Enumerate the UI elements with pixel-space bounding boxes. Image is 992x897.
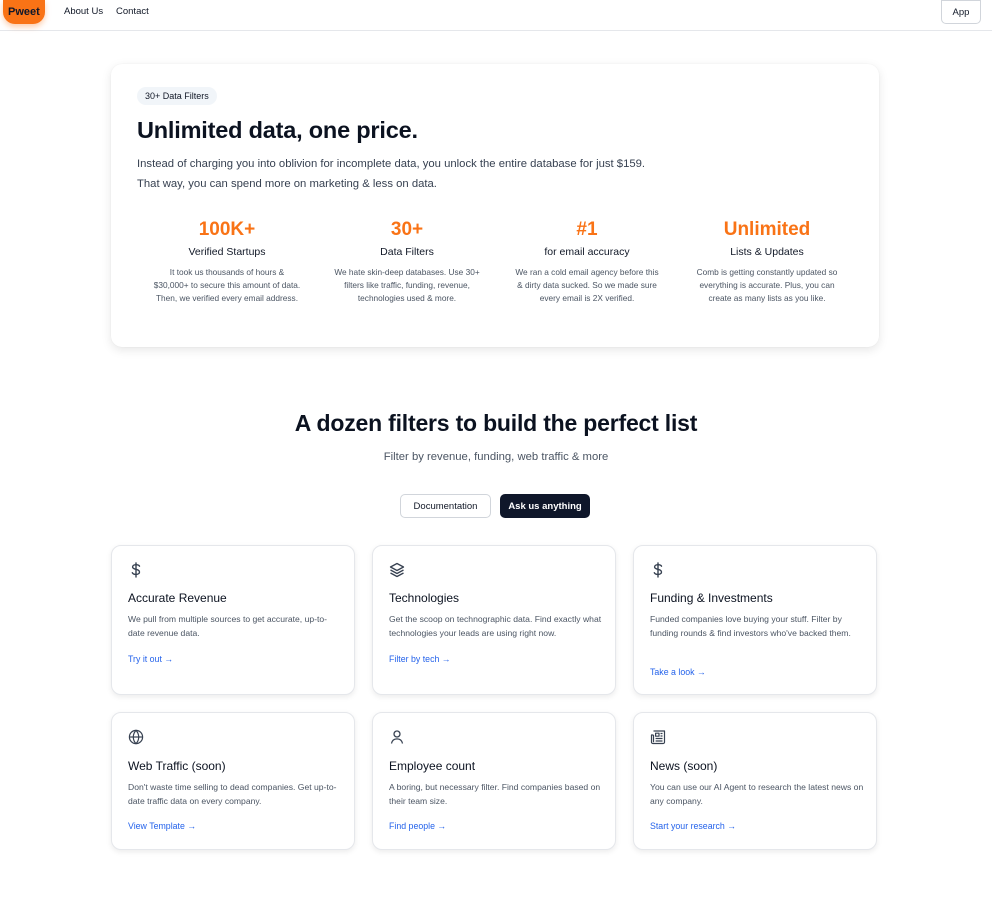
hero-description: Instead of charging you into oblivion fo… [137,158,646,190]
stat-label: Verified Startups [188,246,266,258]
filter-by-tech-link[interactable]: Filter by tech → [389,654,451,664]
feature-card-funding: Funding & Investments Funded companies l… [633,545,877,695]
stat-description: We ran a cold email agency before this &… [515,267,659,303]
stat-value: #1 [576,219,598,240]
card-title: Web Traffic (soon) [128,759,226,773]
find-people-link[interactable]: Find people → [389,821,446,831]
data-filters-badge: 30+ Data Filters [137,87,217,105]
card-title: Employee count [389,759,476,773]
top-nav-bar: Pweet About Us Contact App [0,0,992,31]
card-title: Funding & Investments [650,591,773,605]
stat-item: Unlimited Lists & Updates Comb is gettin… [677,218,857,305]
feature-card-technologies: Technologies Get the scoop on technograp… [372,545,616,695]
stat-label: Lists & Updates [730,246,804,258]
hero-title: Unlimited data, one price. [137,117,418,143]
card-description: Funded companies love buying your stuff.… [650,614,851,638]
start-your-research-link[interactable]: Start your research → [650,821,736,831]
layers-icon [389,562,405,578]
take-a-look-link[interactable]: Take a look → [650,667,706,677]
feature-card-employee-count: Employee count A boring, but necessary f… [372,712,616,850]
stat-label: Data Filters [380,246,434,258]
stat-value: 30+ [390,219,424,240]
card-description: A boring, but necessary filter. Find com… [389,782,601,806]
card-description: We pull from multiple sources to get acc… [128,614,328,638]
try-it-out-link[interactable]: Try it out → [128,654,173,664]
app-button[interactable]: App [941,0,981,24]
documentation-button[interactable]: Documentation [400,494,491,518]
feature-card-web-traffic: Web Traffic (soon) Don't waste time sell… [111,712,355,850]
stat-item: #1 for email accuracy We ran a cold emai… [497,218,677,305]
card-title: Technologies [389,591,460,605]
filters-section-subtitle: Filter by revenue, funding, web traffic … [383,451,609,463]
logo-button[interactable]: Pweet [3,0,45,24]
stats-row: 100K+ Verified Startups It took us thous… [137,218,857,305]
stat-item: 30+ Data Filters We hate skin-deep datab… [317,218,497,305]
user-icon [389,729,405,745]
card-title: News (soon) [650,759,718,773]
stat-description: We hate skin-deep databases. Use 30+ fil… [334,267,480,303]
stat-value: Unlimited [723,219,811,240]
card-description: Get the scoop on technographic data. Fin… [389,614,602,638]
dollar-icon [128,562,144,578]
card-description: Don't waste time selling to dead compani… [128,782,337,806]
stat-item: 100K+ Verified Startups It took us thous… [137,218,317,305]
card-title: Accurate Revenue [128,591,227,605]
stat-description: It took us thousands of hours & $30,000+… [153,267,301,303]
pricing-hero-card: 30+ Data Filters Unlimited data, one pri… [111,64,879,347]
stat-label: for email accuracy [544,246,630,258]
feature-card-accurate-revenue: Accurate Revenue We pull from multiple s… [111,545,355,695]
dollar-icon [650,562,666,578]
feature-card-news: News (soon) You can use our AI Agent to … [633,712,877,850]
globe-icon [128,729,144,745]
view-template-link[interactable]: View Template → [128,821,196,831]
card-description: You can use our AI Agent to research the… [650,782,864,806]
ask-us-anything-button[interactable]: Ask us anything [500,494,590,518]
newspaper-icon [650,729,666,745]
nav-contact-link[interactable]: Contact [116,6,149,17]
stat-value: 100K+ [198,219,256,240]
stat-description: Comb is getting constantly updated so ev… [696,267,838,303]
nav-about-us-link[interactable]: About Us [64,6,103,17]
filters-section-title: A dozen filters to build the perfect lis… [294,410,698,436]
